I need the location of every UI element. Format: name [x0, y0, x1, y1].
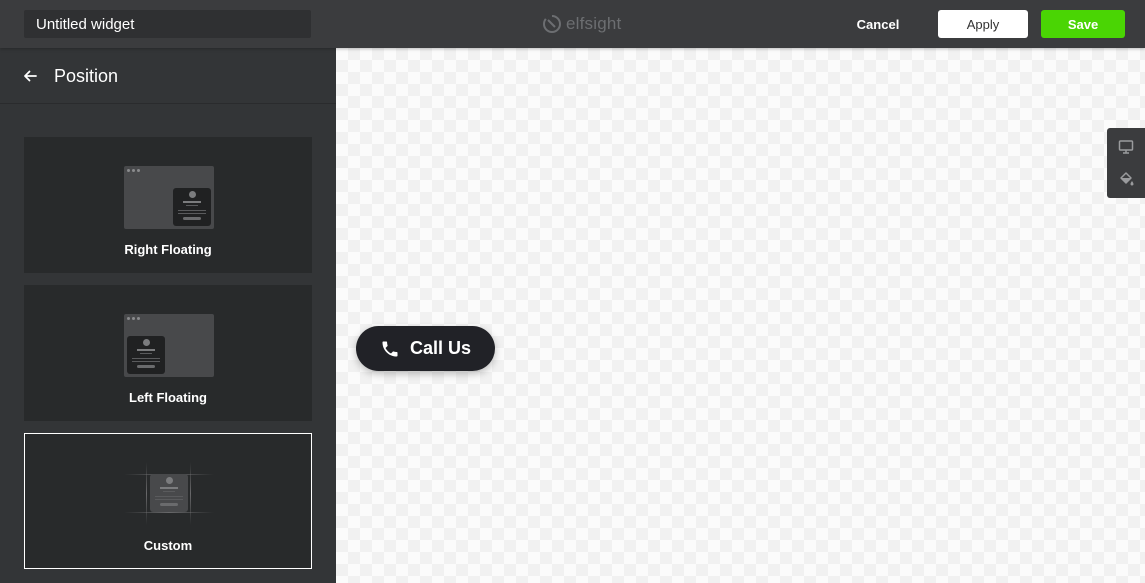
desktop-icon [1118, 140, 1134, 154]
phone-icon [382, 341, 398, 356]
desktop-view-button[interactable] [1107, 130, 1145, 164]
cancel-button[interactable]: Cancel [848, 10, 908, 38]
right-floating-preview [124, 166, 214, 229]
option-label: Custom [143, 538, 193, 553]
elfsight-logo: elfsight [542, 12, 621, 36]
logo-text: elfsight [566, 14, 622, 33]
apply-button[interactable]: Apply [938, 10, 1028, 38]
mini-widget-card [173, 188, 211, 226]
mini-widget-card [150, 474, 188, 512]
back-button[interactable] [18, 64, 42, 88]
panel-title: Position [54, 66, 119, 86]
paint-bucket-icon [1120, 172, 1134, 186]
position-option-left-floating[interactable]: Left Floating [24, 285, 312, 421]
left-floating-preview [124, 314, 214, 377]
settings-sidebar: Position Right Floating Left Floating Cu… [0, 48, 336, 583]
arrow-left-icon [24, 70, 37, 82]
mini-widget-card [127, 336, 165, 374]
elfsight-logo-icon [543, 14, 561, 33]
position-option-right-floating[interactable]: Right Floating [24, 137, 312, 273]
widget-name-input[interactable] [24, 10, 311, 38]
top-bar: elfsight Cancel Apply Save [0, 0, 1145, 48]
appearance-button[interactable] [1107, 162, 1145, 196]
option-label: Left Floating [129, 390, 207, 405]
call-us-button[interactable]: Call Us [356, 326, 495, 371]
widget-preview-canvas: Call Us [336, 48, 1145, 583]
position-option-custom[interactable]: Custom [24, 433, 312, 569]
option-label: Right Floating [124, 242, 212, 257]
preview-tools [1107, 128, 1145, 198]
call-us-label: Call Us [409, 338, 472, 358]
custom-position-preview [124, 462, 214, 525]
save-button[interactable]: Save [1041, 10, 1125, 38]
panel-header: Position [0, 48, 336, 104]
